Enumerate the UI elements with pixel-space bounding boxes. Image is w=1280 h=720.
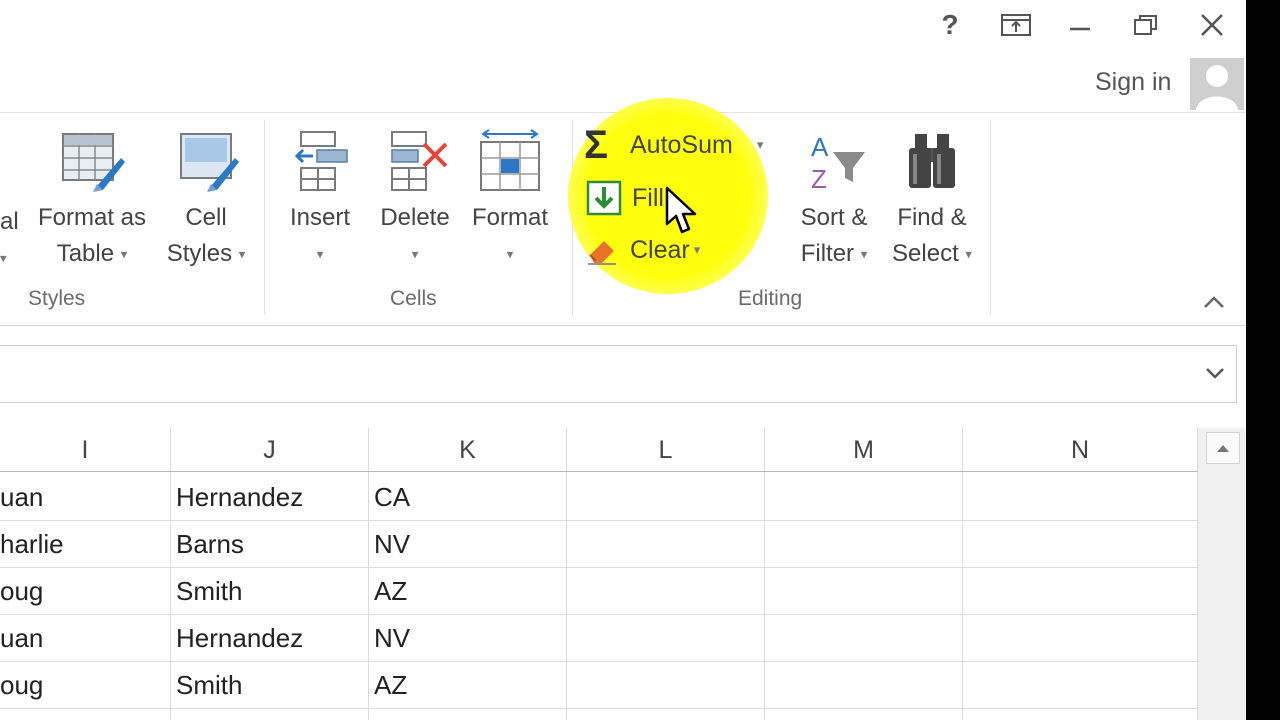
cell-styles-icon [180,133,239,192]
column-header-m[interactable]: M [765,428,963,472]
minimize-button[interactable] [1060,8,1100,42]
insert-cells-icon [294,131,348,191]
table-cell[interactable]: oug [0,670,168,701]
help-icon: ? [941,9,959,40]
mouse-pointer-icon [665,186,697,234]
table-cell[interactable]: Smith [176,670,366,701]
table-cell[interactable]: harlie [0,529,168,560]
table-cell[interactable]: uan [0,623,168,654]
format-cells-icon [480,129,540,191]
gridline [566,472,567,720]
user-avatar[interactable] [1190,58,1244,110]
column-header-n[interactable]: N [963,428,1198,472]
svg-text:A: A [811,132,829,162]
table-cell[interactable]: Hernandez [176,482,366,513]
table-cell[interactable]: Hernandez [176,623,366,654]
column-header-i[interactable]: I [0,428,171,472]
sort-filter-button[interactable]: A Z Sort & Filter ▾ [786,128,882,273]
table-cell[interactable]: NV [374,529,564,560]
cell-styles-button[interactable]: Cell Styles ▾ [158,128,254,273]
chevron-up-icon [1204,296,1224,308]
table-cell[interactable]: AZ [374,576,564,607]
table-cell[interactable]: AZ [374,670,564,701]
gridline [0,661,1198,662]
autosum-button[interactable]: Σ AutoSum ▾ [584,124,784,166]
gridline [0,708,1198,709]
sort-filter-icon: A Z [811,132,865,194]
vertical-scrollbar[interactable] [1198,428,1246,720]
minimize-icon [1070,27,1090,31]
column-header-k[interactable]: K [369,428,567,472]
close-icon [1201,14,1223,36]
table-cell[interactable]: oug [0,576,168,607]
find-select-button[interactable]: Find & Select ▾ [884,128,980,273]
collapse-ribbon-button[interactable] [1200,288,1228,316]
conditional-formatting-button-partial[interactable]: al ▾ [0,204,30,277]
format-as-table-button[interactable]: Format as Table ▾ [30,128,154,273]
format-button[interactable]: Format ▾ [464,128,556,273]
autosum-dropdown-icon[interactable]: ▾ [757,137,764,153]
window-edge [1246,0,1280,720]
cells-group-label: Cells [390,287,437,310]
help-button[interactable]: ? [930,8,970,42]
sign-in-link[interactable]: Sign in [1095,68,1171,97]
editing-group-label: Editing [738,287,803,310]
expand-formula-bar-button[interactable] [1200,358,1230,388]
table-cell[interactable]: Smith [176,576,366,607]
styles-group-label: Styles [28,287,86,310]
svg-text:Z: Z [811,164,827,194]
ribbon-display-options-button[interactable] [996,8,1036,42]
delete-button[interactable]: Delete ▾ [372,128,458,273]
group-separator [264,120,265,315]
fill-down-icon [586,180,622,216]
gridline [0,614,1198,615]
insert-button[interactable]: Insert ▾ [278,128,362,273]
gridline [0,520,1198,521]
scroll-up-arrow-icon [1217,445,1229,452]
binoculars-icon [909,134,955,188]
table-cell[interactable]: Barns [176,529,366,560]
table-cell[interactable]: NV [374,623,564,654]
format-as-table-icon [62,133,125,192]
gridline [368,472,369,720]
gridline [170,472,171,720]
close-button[interactable] [1192,8,1232,42]
column-header-j[interactable]: J [171,428,369,472]
ribbon-display-icon [1001,14,1031,36]
restore-button[interactable] [1126,8,1166,42]
sigma-icon: Σ [584,123,609,167]
table-cell[interactable]: uan [0,482,168,513]
gridline [0,567,1198,568]
header-divider [0,471,1198,472]
delete-cells-icon [391,131,448,191]
restore-icon [1134,15,1157,35]
formula-bar[interactable] [0,345,1237,403]
clear-dropdown-icon: ▾ [693,242,701,257]
chevron-down-icon [1206,368,1224,379]
scroll-up-button[interactable] [1206,432,1240,464]
gridline [962,472,963,720]
user-icon [1196,65,1238,110]
table-cell[interactable]: CA [374,482,564,513]
gridline [764,472,765,720]
group-separator [990,120,991,315]
eraser-icon [588,241,616,265]
column-header-l[interactable]: L [567,428,765,472]
